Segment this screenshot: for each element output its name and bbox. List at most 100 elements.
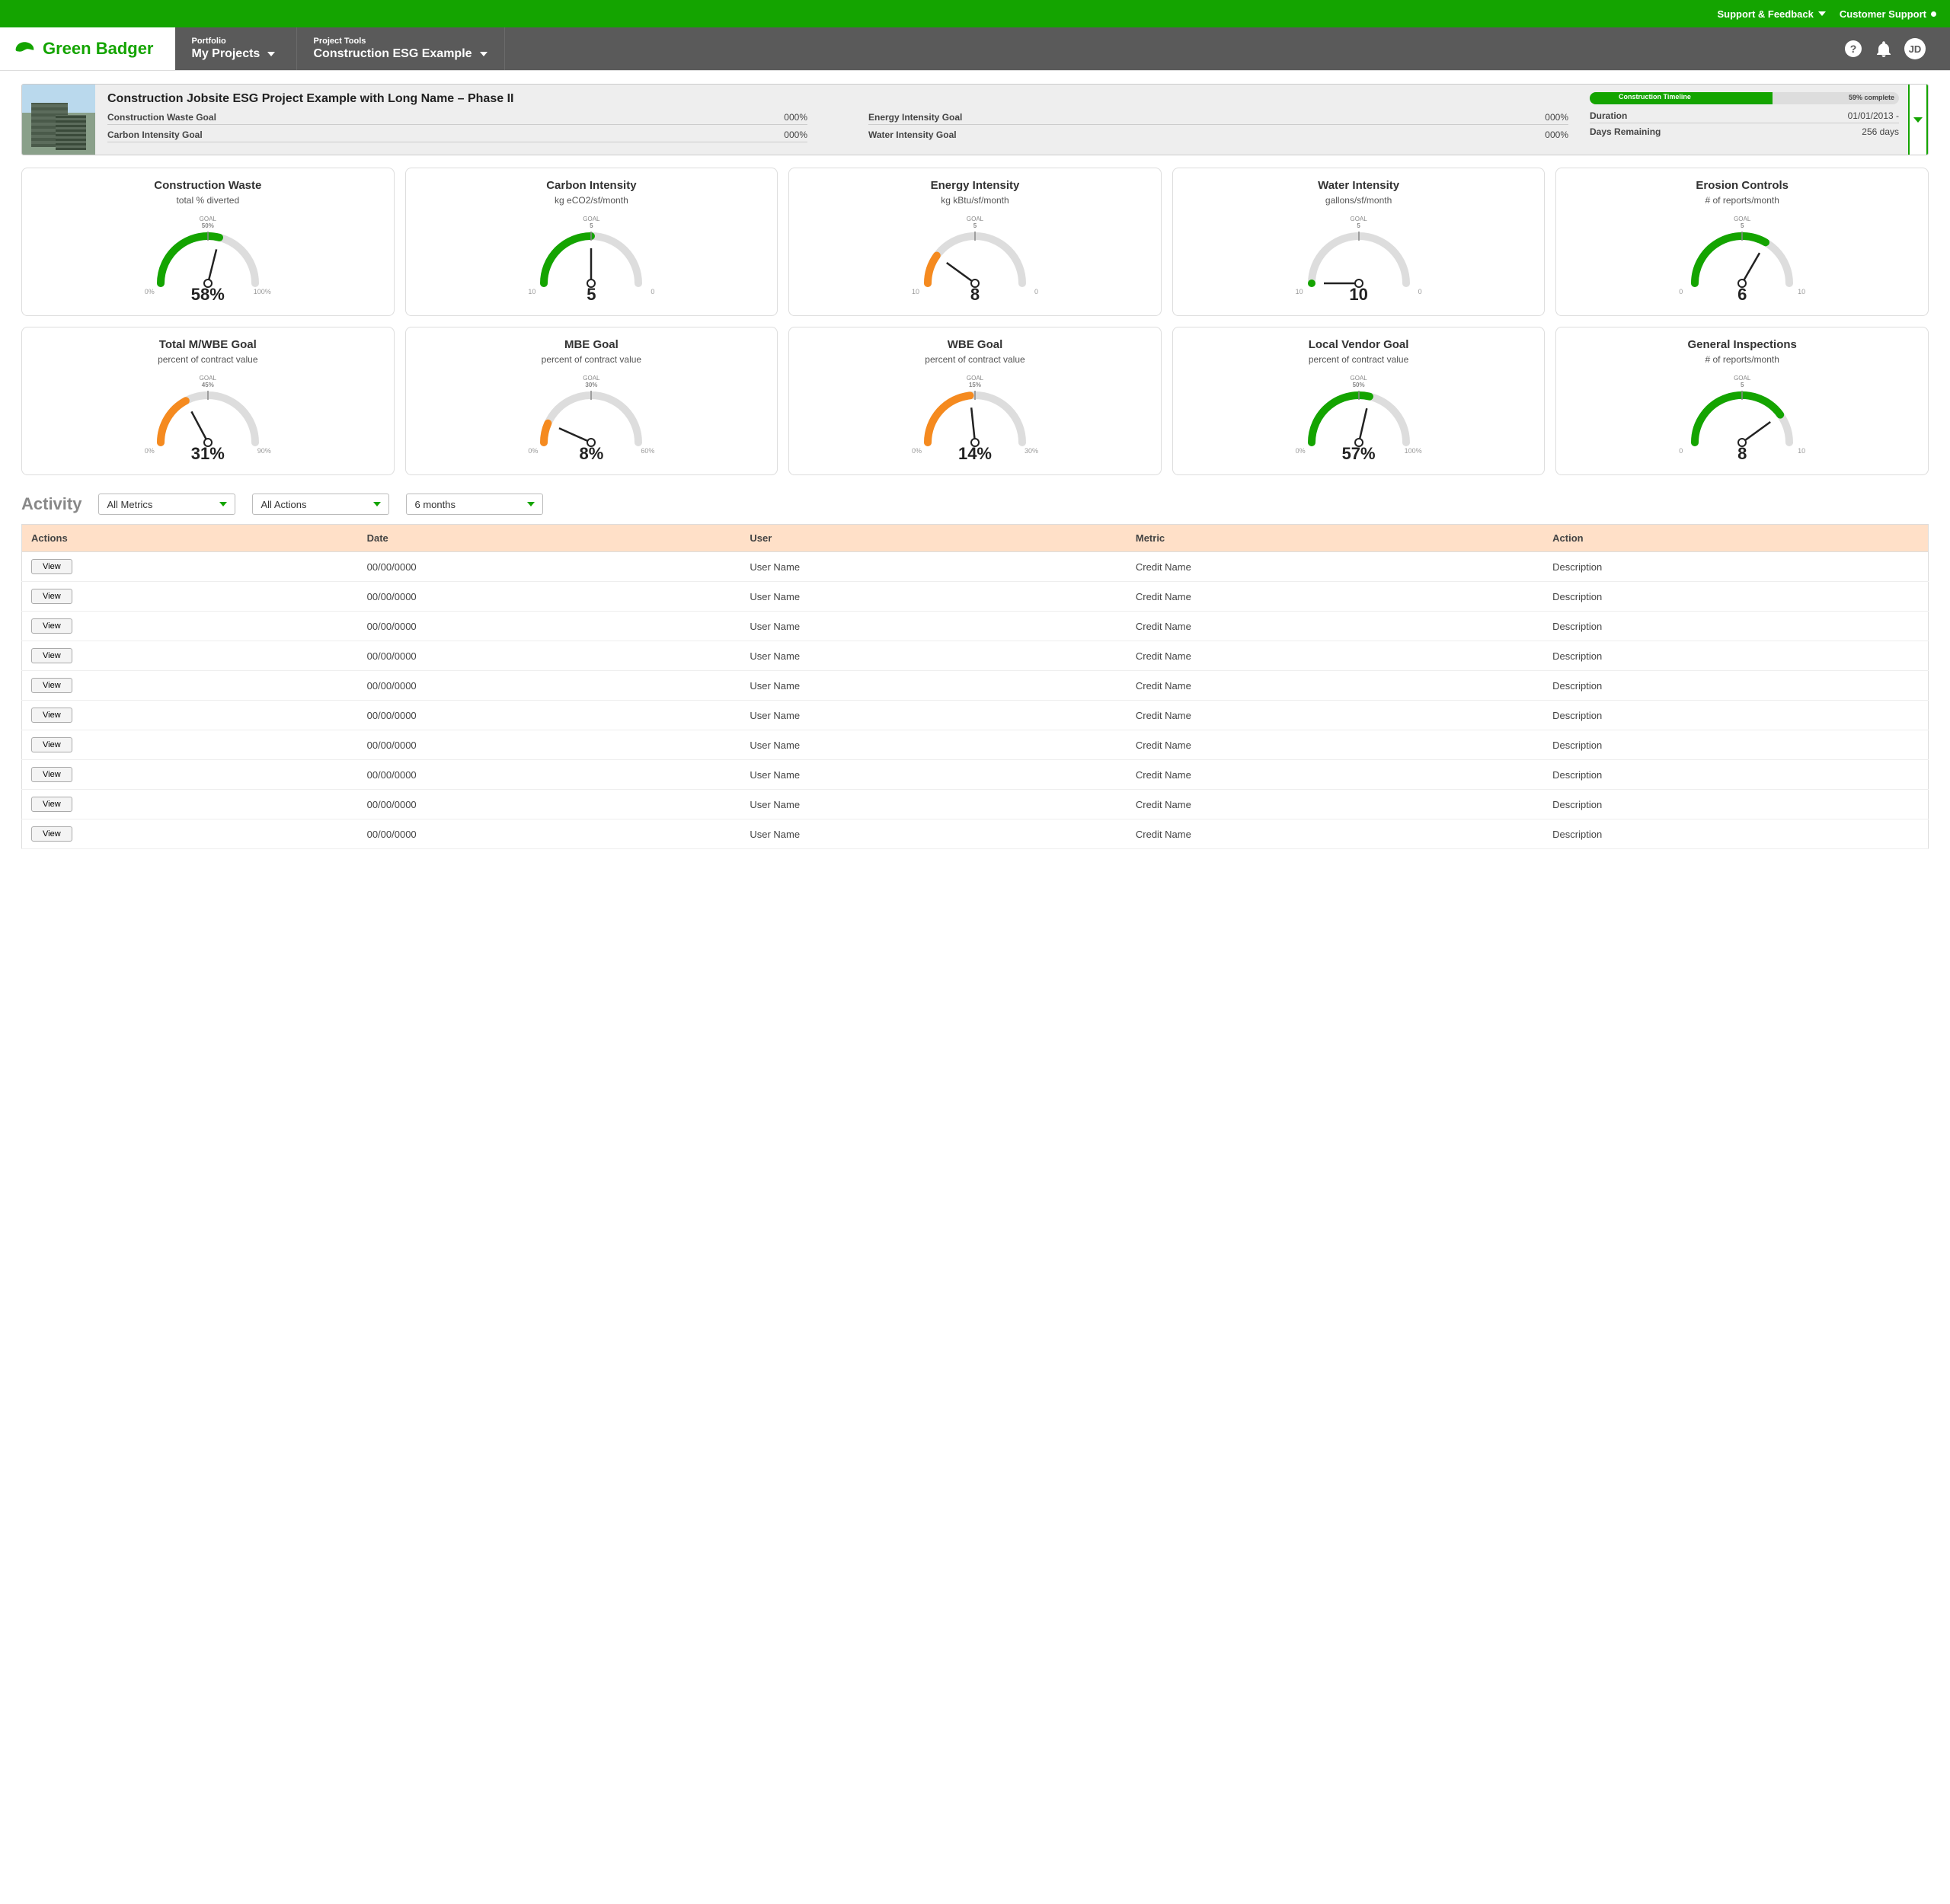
chevron-down-icon — [480, 52, 488, 56]
table-cell-metric: Credit Name — [1127, 552, 1543, 582]
table-cell-metric: Credit Name — [1127, 730, 1543, 760]
table-cell-actions: View — [22, 612, 358, 641]
view-button[interactable]: View — [31, 559, 72, 574]
gauge-max: 10 — [1798, 288, 1805, 296]
table-header-cell: User — [740, 525, 1127, 552]
gauge-subtitle: kg eCO2/sf/month — [414, 195, 770, 206]
goal-row: Water Intensity Goal000% — [868, 129, 1568, 142]
support-feedback-menu[interactable]: Support & Feedback — [1717, 8, 1825, 20]
gauge-max: 30% — [1025, 447, 1038, 455]
table-cell-action: Description — [1543, 790, 1928, 819]
table-row: View 00/00/0000 User Name Credit Name De… — [22, 701, 1929, 730]
filter-range-value: 6 months — [414, 499, 455, 510]
gauge-card[interactable]: Construction Waste total % diverted GOAL… — [21, 168, 395, 316]
gauge-title: General Inspections — [1564, 338, 1920, 351]
gauge-chart: GOAL50% 0% 100% 58% — [143, 216, 273, 292]
table-cell-date: 00/00/0000 — [358, 552, 741, 582]
portfolio-dropdown[interactable]: Portfolio My Projects — [175, 27, 297, 70]
gauge-subtitle: percent of contract value — [414, 354, 770, 365]
portfolio-big-label: My Projects — [192, 47, 261, 61]
gauge-goal: GOAL50% — [200, 216, 216, 230]
chevron-down-icon — [1818, 11, 1826, 16]
table-cell-user: User Name — [740, 819, 1127, 849]
project-info: Construction Jobsite ESG Project Example… — [95, 85, 1581, 155]
table-cell-action: Description — [1543, 760, 1928, 790]
gauge-chart: GOAL15% 0% 30% 14% — [910, 375, 1040, 452]
gauge-goal: GOAL5 — [967, 216, 983, 230]
table-cell-date: 00/00/0000 — [358, 612, 741, 641]
goal-label: Construction Waste Goal — [107, 112, 216, 123]
goal-label: Days Remaining — [1590, 126, 1661, 137]
activity-table: ActionsDateUserMetricAction View 00/00/0… — [21, 524, 1929, 849]
filter-actions-select[interactable]: All Actions — [252, 494, 389, 515]
gauge-card[interactable]: Erosion Controls # of reports/month GOAL… — [1555, 168, 1929, 316]
activity-section: Activity All Metrics All Actions 6 month… — [0, 494, 1950, 849]
customer-support-link[interactable]: Customer Support — [1840, 8, 1936, 20]
gauge-card[interactable]: WBE Goal percent of contract value GOAL1… — [788, 327, 1162, 475]
view-button[interactable]: View — [31, 678, 72, 693]
gauge-title: MBE Goal — [414, 338, 770, 351]
gauge-max: 0 — [651, 288, 654, 296]
gauge-card[interactable]: Energy Intensity kg kBtu/sf/month GOAL5 … — [788, 168, 1162, 316]
table-cell-metric: Credit Name — [1127, 582, 1543, 612]
goal-row: Energy Intensity Goal000% — [868, 112, 1568, 125]
gauge-min: 10 — [912, 288, 919, 296]
gauge-min: 0% — [528, 447, 538, 455]
filter-range-select[interactable]: 6 months — [406, 494, 543, 515]
gauge-min: 0 — [1679, 447, 1683, 455]
help-icon: ? — [1845, 40, 1862, 57]
gauge-card[interactable]: General Inspections # of reports/month G… — [1555, 327, 1929, 475]
activity-heading: Activity — [21, 494, 82, 514]
goal-label: Energy Intensity Goal — [868, 112, 962, 123]
gauge-card[interactable]: Local Vendor Goal percent of contract va… — [1172, 327, 1546, 475]
chevron-down-icon — [373, 502, 381, 506]
table-header-cell: Metric — [1127, 525, 1543, 552]
gauge-card[interactable]: Water Intensity gallons/sf/month GOAL5 1… — [1172, 168, 1546, 316]
info-icon — [1931, 11, 1936, 17]
gauge-max: 0 — [1034, 288, 1038, 296]
gauge-subtitle: total % diverted — [30, 195, 386, 206]
table-cell-action: Description — [1543, 641, 1928, 671]
gauge-max: 60% — [641, 447, 654, 455]
goal-value: 000% — [784, 129, 807, 140]
table-cell-date: 00/00/0000 — [358, 819, 741, 849]
table-row: View 00/00/0000 User Name Credit Name De… — [22, 582, 1929, 612]
chevron-down-icon — [1913, 117, 1923, 123]
support-feedback-label: Support & Feedback — [1717, 8, 1813, 20]
view-button[interactable]: View — [31, 767, 72, 782]
view-button[interactable]: View — [31, 618, 72, 634]
gauge-card[interactable]: Total M/WBE Goal percent of contract val… — [21, 327, 395, 475]
brand[interactable]: Green Badger — [0, 27, 175, 70]
view-button[interactable]: View — [31, 589, 72, 604]
gauge-subtitle: # of reports/month — [1564, 354, 1920, 365]
gauge-min: 0 — [1679, 288, 1683, 296]
view-button[interactable]: View — [31, 797, 72, 812]
table-cell-actions: View — [22, 552, 358, 582]
help-button[interactable]: ? — [1843, 39, 1863, 59]
user-avatar[interactable]: JD — [1904, 38, 1926, 59]
view-button[interactable]: View — [31, 737, 72, 752]
gauge-subtitle: gallons/sf/month — [1181, 195, 1537, 206]
view-button[interactable]: View — [31, 648, 72, 663]
view-button[interactable]: View — [31, 826, 72, 842]
goal-row: Duration01/01/2013 - — [1590, 110, 1899, 123]
table-cell-actions: View — [22, 582, 358, 612]
table-cell-actions: View — [22, 671, 358, 701]
table-row: View 00/00/0000 User Name Credit Name De… — [22, 641, 1929, 671]
gauge-card[interactable]: MBE Goal percent of contract value GOAL3… — [405, 327, 778, 475]
gauge-card[interactable]: Carbon Intensity kg eCO2/sf/month GOAL5 … — [405, 168, 778, 316]
goal-label: Water Intensity Goal — [868, 129, 957, 141]
gauge-max: 100% — [254, 288, 271, 296]
project-tools-dropdown[interactable]: Project Tools Construction ESG Example — [297, 27, 505, 70]
view-button[interactable]: View — [31, 708, 72, 723]
gauge-chart: GOAL5 0 10 6 — [1677, 216, 1807, 292]
filter-metrics-select[interactable]: All Metrics — [98, 494, 235, 515]
project-toggle-button[interactable] — [1908, 85, 1928, 155]
gauge-chart: GOAL5 10 0 5 — [526, 216, 656, 292]
goal-label: Carbon Intensity Goal — [107, 129, 203, 140]
gauge-min: 0% — [912, 447, 922, 455]
gauge-title: Carbon Intensity — [414, 179, 770, 192]
timeline-label: Construction Timeline — [1619, 93, 1691, 101]
notifications-button[interactable] — [1874, 39, 1894, 59]
gauge-grid: Construction Waste total % diverted GOAL… — [0, 168, 1950, 475]
